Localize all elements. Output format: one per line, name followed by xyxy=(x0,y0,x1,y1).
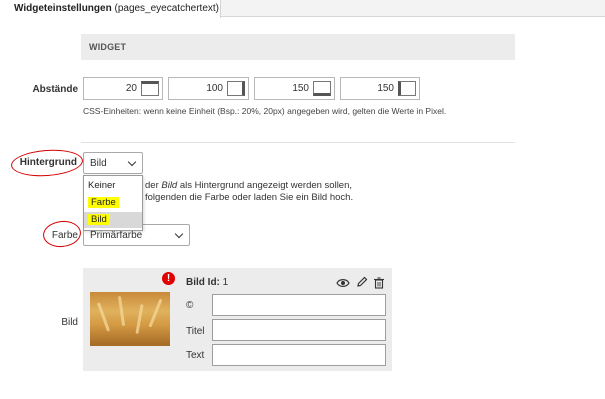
image-id: Bild Id: 1 xyxy=(186,277,228,288)
title-label: Titel xyxy=(186,326,205,337)
copyright-label: © xyxy=(186,300,194,311)
spacing-top-value: 20 xyxy=(125,83,137,94)
spacing-hint: CSS-Einheiten: wenn keine Einheit (Bsp.:… xyxy=(83,106,447,116)
spacing-bottom-icon xyxy=(313,81,331,96)
title-input[interactable] xyxy=(212,319,386,341)
section-header: WIDGET xyxy=(81,34,515,60)
spacing-left-input[interactable]: 150 xyxy=(340,77,420,100)
pencil-icon[interactable] xyxy=(356,276,368,288)
info-text: der xyxy=(145,180,162,191)
dropdown-option-color[interactable]: Farbe xyxy=(84,195,142,211)
option-label: Farbe xyxy=(88,197,119,208)
info-emphasis: Bild xyxy=(161,180,178,191)
spacing-right-input[interactable]: 100 xyxy=(168,77,249,100)
spacing-bottom-value: 150 xyxy=(292,83,309,94)
eye-icon[interactable] xyxy=(336,277,350,289)
text-label: Text xyxy=(186,350,205,361)
tab-widget-settings[interactable]: Widgeteinstellungen (pages_eyecatchertex… xyxy=(0,0,221,18)
dropdown-option-image[interactable]: Bild xyxy=(84,212,142,228)
spacing-left-icon xyxy=(398,81,416,96)
option-label: Keiner xyxy=(88,180,116,191)
option-label: Bild xyxy=(88,214,110,225)
info-text: als Hintergrund angezeigt werden sollen, xyxy=(177,180,353,191)
image-id-value: 1 xyxy=(222,277,229,288)
background-info-line2: folgenden die Farbe oder laden Sie ein B… xyxy=(145,192,354,203)
background-dropdown-list: Keiner Farbe Bild xyxy=(83,175,143,231)
image-thumbnail[interactable] xyxy=(90,292,170,346)
spacing-top-icon xyxy=(141,81,159,96)
background-select[interactable]: Bild xyxy=(83,152,143,174)
trash-icon[interactable] xyxy=(373,277,385,289)
text-input[interactable] xyxy=(212,344,386,366)
tab-subtitle: (pages_eyecatchertext) xyxy=(114,3,219,14)
wheat-stalk xyxy=(148,298,163,328)
dropdown-option-none[interactable]: Keiner xyxy=(84,178,142,194)
background-label: Hintergrund xyxy=(19,157,77,168)
spacing-bottom-input[interactable]: 150 xyxy=(254,77,335,100)
warning-icon: ! xyxy=(162,272,175,285)
background-selected-value: Bild xyxy=(90,158,107,169)
wheat-stalk xyxy=(135,303,144,335)
image-label: Bild xyxy=(61,317,78,328)
spacing-left-value: 150 xyxy=(377,83,394,94)
copyright-input[interactable] xyxy=(212,294,386,316)
color-label: Farbe xyxy=(51,230,78,241)
chevron-down-icon xyxy=(174,229,184,239)
divider xyxy=(81,142,515,143)
wheat-stalk xyxy=(117,295,126,327)
spacing-label: Abstände xyxy=(32,84,78,95)
tab-title: Widgeteinstellungen xyxy=(14,3,112,14)
spacing-right-value: 100 xyxy=(206,83,223,94)
spacing-top-input[interactable]: 20 xyxy=(83,77,163,100)
spacing-right-icon xyxy=(227,81,245,96)
image-id-label: Bild Id: xyxy=(186,277,220,288)
background-info-line1: der Bild als Hintergrund angezeigt werde… xyxy=(145,180,352,192)
chevron-down-icon xyxy=(127,157,137,167)
wheat-stalk xyxy=(96,302,111,332)
color-selected-value: Primärfarbe xyxy=(90,230,143,241)
